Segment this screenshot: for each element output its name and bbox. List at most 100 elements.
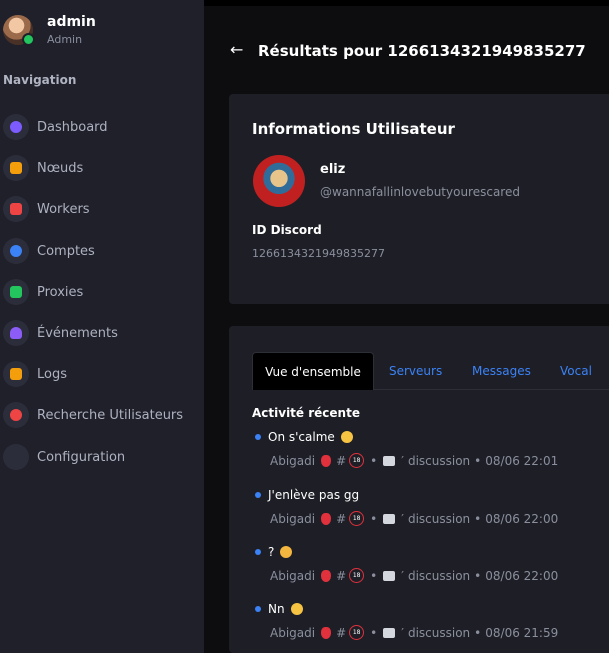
avatar <box>3 15 35 46</box>
tab-serveurs[interactable]: Serveurs <box>389 352 442 389</box>
tick-mark: ′ <box>401 511 404 526</box>
separator: • <box>474 568 482 583</box>
tick-mark: ′ <box>401 568 404 583</box>
list-item: J'enlève pas gg Abigadi # 18 • ′ discuss… <box>255 488 558 526</box>
sidebar-item-label: Workers <box>37 201 90 217</box>
strawberry-icon <box>321 569 332 582</box>
sidebar-item-dashboard[interactable]: Dashboard <box>3 112 203 142</box>
gear-icon <box>3 444 29 470</box>
sidebar-item-recherche-utilisateurs[interactable]: Recherche Utilisateurs <box>3 400 203 430</box>
timestamp: 08/06 22:01 <box>485 453 559 468</box>
timestamp: 08/06 22:00 <box>485 568 559 583</box>
server-name: Abigadi <box>270 568 316 583</box>
profile-avatar <box>253 155 305 207</box>
speech-bubble-icon <box>383 627 396 638</box>
activity-card: Vue d'ensemble Serveurs Messages Vocal A… <box>229 326 609 653</box>
message-text: Nn <box>268 602 285 616</box>
display-name: eliz <box>320 162 346 177</box>
server-name: Abigadi <box>270 453 316 468</box>
no-under-18-icon: 18 <box>349 568 365 583</box>
tick-mark: ′ <box>401 453 404 468</box>
card-title: Informations Utilisateur <box>252 120 455 138</box>
timestamp: 08/06 21:59 <box>485 625 559 640</box>
server-name: Abigadi <box>270 625 316 640</box>
list-item: On s'calme Abigadi # 18 • ′ discussion •… <box>255 430 558 468</box>
confused-face-icon <box>340 431 353 443</box>
user-handle: @wannafallinlovebutyourescared <box>320 185 520 199</box>
bell-icon <box>3 320 29 346</box>
list-item: ? Abigadi # 18 • ′ discussion • 08/06 22… <box>255 545 558 583</box>
sidebar-item-noeuds[interactable]: Nœuds <box>3 153 203 183</box>
speech-bubble-icon <box>383 455 396 466</box>
sidebar-item-evenements[interactable]: Événements <box>3 318 203 348</box>
separator: • <box>474 625 482 640</box>
tab-messages[interactable]: Messages <box>472 352 531 389</box>
list-item: Nn Abigadi # 18 • ′ discussion • 08/06 2… <box>255 602 558 640</box>
strawberry-icon <box>321 512 332 525</box>
sidebar-item-workers[interactable]: Workers <box>3 194 203 224</box>
id-value: 1266134321949835277 <box>252 247 385 260</box>
users-icon <box>3 238 29 264</box>
sidebar-item-label: Recherche Utilisateurs <box>37 407 184 423</box>
arrow-left-icon[interactable]: ← <box>230 40 243 59</box>
hash-symbol: # <box>336 568 347 583</box>
no-under-18-icon: 18 <box>349 511 365 526</box>
tab-vocal[interactable]: Vocal <box>560 352 592 389</box>
sidebar-item-logs[interactable]: Logs <box>3 359 203 389</box>
strawberry-icon <box>321 626 332 639</box>
bullet-icon <box>255 549 261 555</box>
user-info-card: Informations Utilisateur eliz @wannafall… <box>229 94 609 304</box>
sidebar-item-proxies[interactable]: Proxies <box>3 277 203 307</box>
no-under-18-icon: 18 <box>349 453 365 468</box>
timestamp: 08/06 22:00 <box>485 511 559 526</box>
sidebar-item-label: Événements <box>37 325 118 341</box>
sidebar: admin Admin Navigation Dashboard Nœuds W… <box>0 0 204 653</box>
user-role: Admin <box>47 33 83 46</box>
activity-title: Activité récente <box>252 406 360 420</box>
user-profile[interactable]: admin Admin <box>3 14 96 46</box>
server-name: Abigadi <box>270 511 316 526</box>
separator: • <box>474 511 482 526</box>
no-under-18-icon: 18 <box>349 625 365 640</box>
bullet-icon <box>255 492 261 498</box>
sidebar-item-label: Configuration <box>37 449 126 465</box>
proxy-icon <box>3 279 29 305</box>
tab-vue-ensemble[interactable]: Vue d'ensemble <box>252 352 374 390</box>
online-status-icon <box>22 33 35 46</box>
separator: • <box>370 568 378 583</box>
nav-section-title: Navigation <box>3 73 77 87</box>
page-title: Résultats pour 1266134321949835277 <box>258 42 586 60</box>
strawberry-icon <box>321 454 332 467</box>
hash-symbol: # <box>336 625 347 640</box>
channel-name: discussion <box>407 511 471 526</box>
confused-face-icon <box>290 603 303 615</box>
bullet-icon <box>255 606 261 612</box>
log-icon <box>3 361 29 387</box>
separator: • <box>474 453 482 468</box>
message-text: ? <box>268 545 275 559</box>
sidebar-item-label: Comptes <box>37 243 95 259</box>
channel-name: discussion <box>407 625 471 640</box>
crying-face-icon <box>280 546 293 558</box>
sidebar-item-configuration[interactable]: Configuration <box>3 442 203 472</box>
sidebar-item-label: Nœuds <box>37 160 84 176</box>
user-name: admin <box>47 14 96 30</box>
tick-mark: ′ <box>401 625 404 640</box>
hash-symbol: # <box>336 453 347 468</box>
message-text: On s'calme <box>268 430 335 444</box>
tab-bar: Vue d'ensemble Serveurs Messages Vocal <box>252 352 609 390</box>
server-icon <box>3 155 29 181</box>
sidebar-item-label: Logs <box>37 366 67 382</box>
stack-icon <box>3 196 29 222</box>
user-search-icon <box>3 402 29 428</box>
hash-symbol: # <box>336 511 347 526</box>
channel-name: discussion <box>407 568 471 583</box>
separator: • <box>370 511 378 526</box>
separator: • <box>370 453 378 468</box>
sidebar-item-label: Proxies <box>37 284 84 300</box>
sidebar-item-comptes[interactable]: Comptes <box>3 236 203 266</box>
speech-bubble-icon <box>383 513 396 524</box>
speech-bubble-icon <box>383 570 396 581</box>
separator: • <box>370 625 378 640</box>
dashboard-icon <box>3 114 29 140</box>
